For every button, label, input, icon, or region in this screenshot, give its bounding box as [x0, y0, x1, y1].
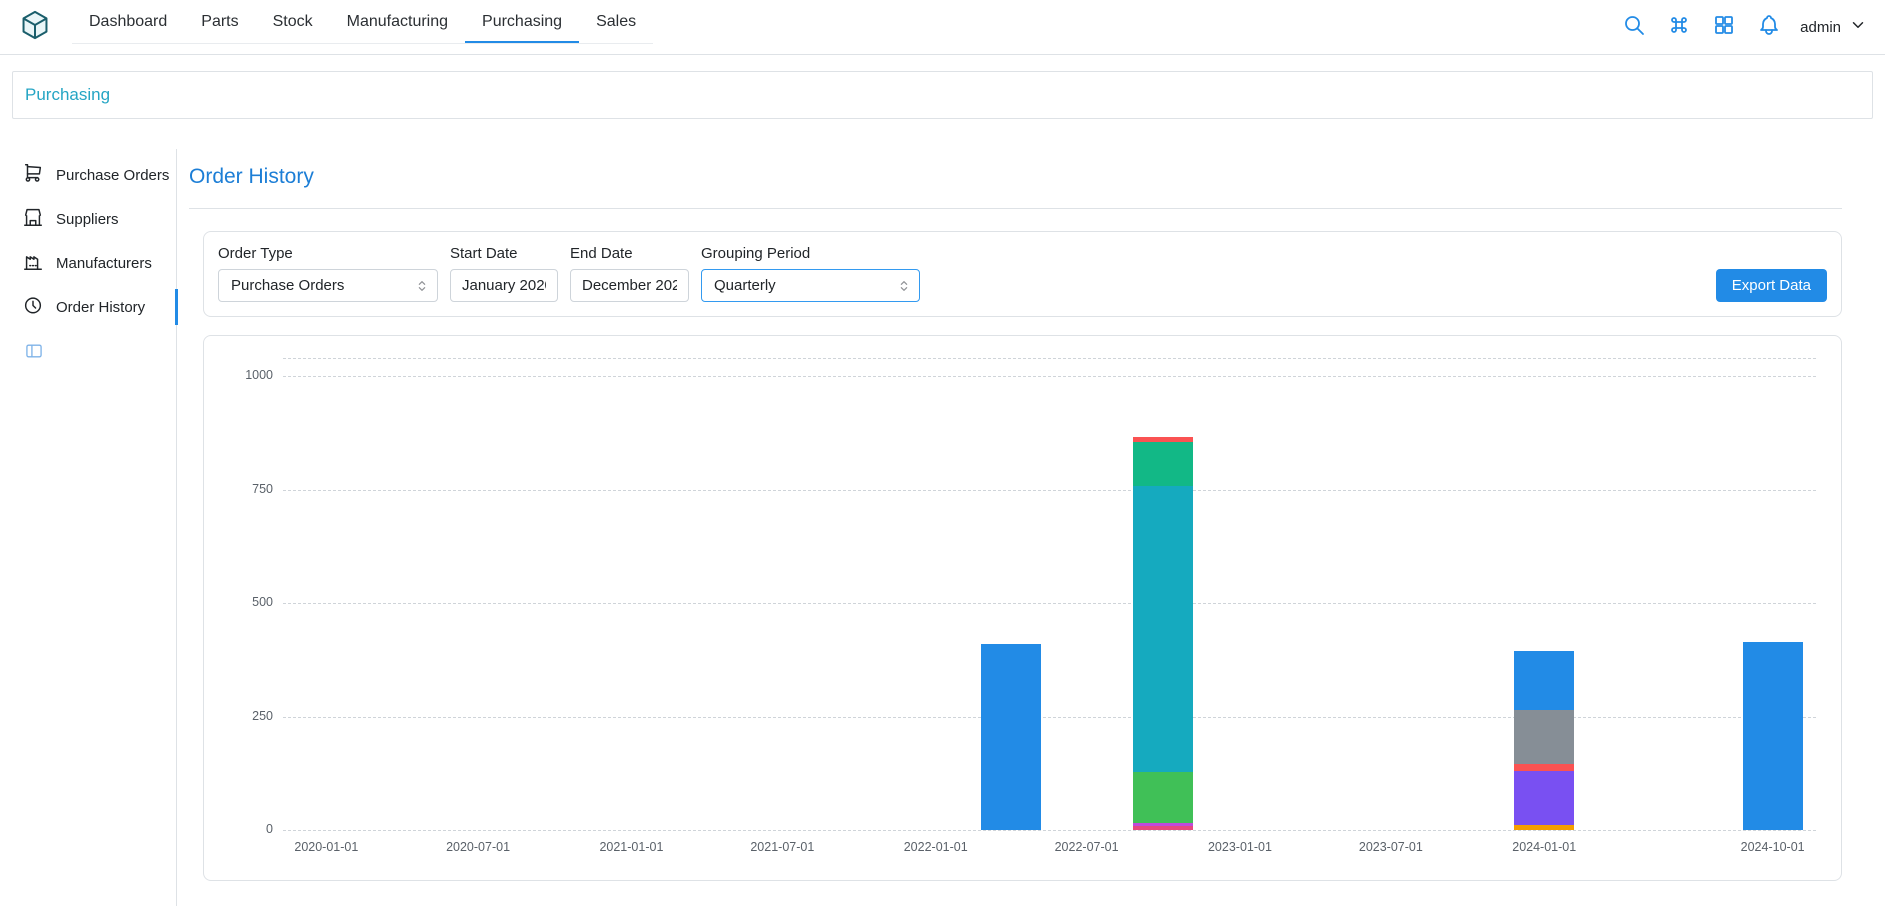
chart-plot: 025050075010002020-01-012020-07-012021-0… [283, 358, 1816, 830]
app-header: Dashboard Parts Stock Manufacturing Purc… [0, 0, 1885, 55]
bar-segment[interactable] [1743, 642, 1803, 830]
x-axis-tick-label: 2023-07-01 [1326, 840, 1456, 854]
sidebar-item-label: Suppliers [56, 211, 119, 228]
y-axis-tick-label: 500 [213, 595, 273, 609]
bar-segment[interactable] [1514, 710, 1574, 764]
bar-segment[interactable] [1133, 442, 1193, 486]
factory-icon [22, 250, 44, 276]
breadcrumb: Purchasing [12, 71, 1873, 119]
gridline [283, 717, 1816, 718]
notifications-button[interactable] [1755, 14, 1782, 41]
start-date-label: Start Date [450, 245, 558, 262]
shopping-cart-icon [22, 162, 44, 188]
main-content: Order History Order Type Purchase Orders… [177, 149, 1885, 906]
purchasing-sidebar: Purchase Orders Suppliers Manufacturers [0, 149, 177, 906]
sidebar-item-label: Order History [56, 299, 145, 316]
grid-scan-icon [1712, 13, 1736, 42]
command-palette-icon [1667, 13, 1691, 42]
inventree-logo-icon [19, 9, 51, 46]
grouping-period-select[interactable]: Quarterly [701, 269, 920, 302]
app-logo[interactable] [18, 10, 52, 44]
sidebar-item-label: Manufacturers [56, 255, 152, 272]
notifications-bell-icon [1757, 13, 1781, 42]
bar-segment[interactable] [1514, 771, 1574, 825]
building-store-icon [22, 206, 44, 232]
selector-chevrons-icon [414, 278, 430, 294]
x-axis-tick-label: 2021-07-01 [717, 840, 847, 854]
grid-scan-button[interactable] [1710, 14, 1737, 41]
sidebar-item-suppliers[interactable]: Suppliers [0, 197, 176, 241]
x-axis-tick-label: 2023-01-01 [1175, 840, 1305, 854]
sidebar-collapse-button[interactable] [24, 341, 46, 363]
sidebar-item-manufacturers[interactable]: Manufacturers [0, 241, 176, 285]
search-icon [1622, 13, 1646, 42]
y-axis-tick-label: 1000 [213, 368, 273, 382]
header-actions: admin [1620, 14, 1867, 41]
main-nav-tabs: Dashboard Parts Stock Manufacturing Purc… [72, 0, 653, 44]
x-axis-tick-label: 2020-07-01 [413, 840, 543, 854]
gridline [283, 830, 1816, 831]
bar-segment[interactable] [1133, 772, 1193, 823]
bar-segment[interactable] [1133, 437, 1193, 441]
order-type-label: Order Type [218, 245, 438, 262]
start-date-input[interactable] [450, 269, 558, 302]
gridline [283, 490, 1816, 491]
command-palette-button[interactable] [1665, 14, 1692, 41]
gridline [283, 603, 1816, 604]
app-body: Purchase Orders Suppliers Manufacturers [0, 149, 1885, 906]
grouping-period-value: Quarterly [714, 277, 776, 294]
sidebar-item-label: Purchase Orders [56, 167, 169, 184]
y-axis-tick-label: 250 [213, 709, 273, 723]
sidebar-collapse-icon [24, 348, 44, 365]
grouping-period-label: Grouping Period [701, 245, 920, 262]
gridline-top [283, 358, 1816, 359]
x-axis-tick-label: 2021-01-01 [566, 840, 696, 854]
tab-sales[interactable]: Sales [579, 0, 653, 43]
history-clock-icon [22, 294, 44, 320]
tab-manufacturing[interactable]: Manufacturing [330, 0, 465, 43]
grouping-period-field: Grouping Period Quarterly [701, 245, 920, 302]
x-axis-tick-label: 2020-01-01 [261, 840, 391, 854]
y-axis-tick-label: 750 [213, 482, 273, 496]
sidebar-item-purchase-orders[interactable]: Purchase Orders [0, 153, 176, 197]
tab-dashboard[interactable]: Dashboard [72, 0, 184, 43]
selector-chevrons-icon [896, 278, 912, 294]
x-axis-tick-label: 2022-01-01 [871, 840, 1001, 854]
bar-segment[interactable] [1133, 486, 1193, 772]
bar-segment[interactable] [1133, 823, 1193, 827]
bar-segment[interactable] [1514, 764, 1574, 771]
bar-segment[interactable] [981, 644, 1041, 830]
bar-segment[interactable] [1514, 651, 1574, 710]
end-date-field: End Date [570, 245, 689, 302]
end-date-label: End Date [570, 245, 689, 262]
page-title: Order History [189, 165, 1842, 189]
sidebar-item-order-history[interactable]: Order History [0, 285, 176, 329]
bar-segment[interactable] [1133, 826, 1193, 830]
search-button[interactable] [1620, 14, 1647, 41]
export-data-button[interactable]: Export Data [1716, 269, 1827, 302]
end-date-input[interactable] [570, 269, 689, 302]
order-type-select[interactable]: Purchase Orders [218, 269, 438, 302]
x-axis-tick-label: 2024-01-01 [1479, 840, 1609, 854]
x-axis-tick-label: 2022-07-01 [1022, 840, 1152, 854]
user-menu[interactable]: admin [1800, 16, 1867, 38]
gridline [283, 376, 1816, 377]
user-menu-chevron-icon [1849, 16, 1867, 38]
breadcrumb-item-purchasing[interactable]: Purchasing [25, 85, 110, 105]
x-axis-tick-label: 2024-10-01 [1708, 840, 1838, 854]
title-divider [189, 208, 1842, 209]
order-type-field: Order Type Purchase Orders [218, 245, 438, 302]
tab-stock[interactable]: Stock [256, 0, 330, 43]
tab-purchasing[interactable]: Purchasing [465, 0, 579, 43]
filter-panel: Order Type Purchase Orders Start Date En… [203, 231, 1842, 317]
username: admin [1800, 19, 1841, 36]
bar-segment[interactable] [1514, 825, 1574, 830]
y-axis-tick-label: 0 [213, 822, 273, 836]
tab-parts[interactable]: Parts [184, 0, 255, 43]
order-history-chart-card: 0 250 500 750 1000 2020-01-01 2020-07-01 2021-0… [203, 335, 1842, 881]
start-date-field: Start Date [450, 245, 558, 302]
order-type-value: Purchase Orders [231, 277, 344, 294]
